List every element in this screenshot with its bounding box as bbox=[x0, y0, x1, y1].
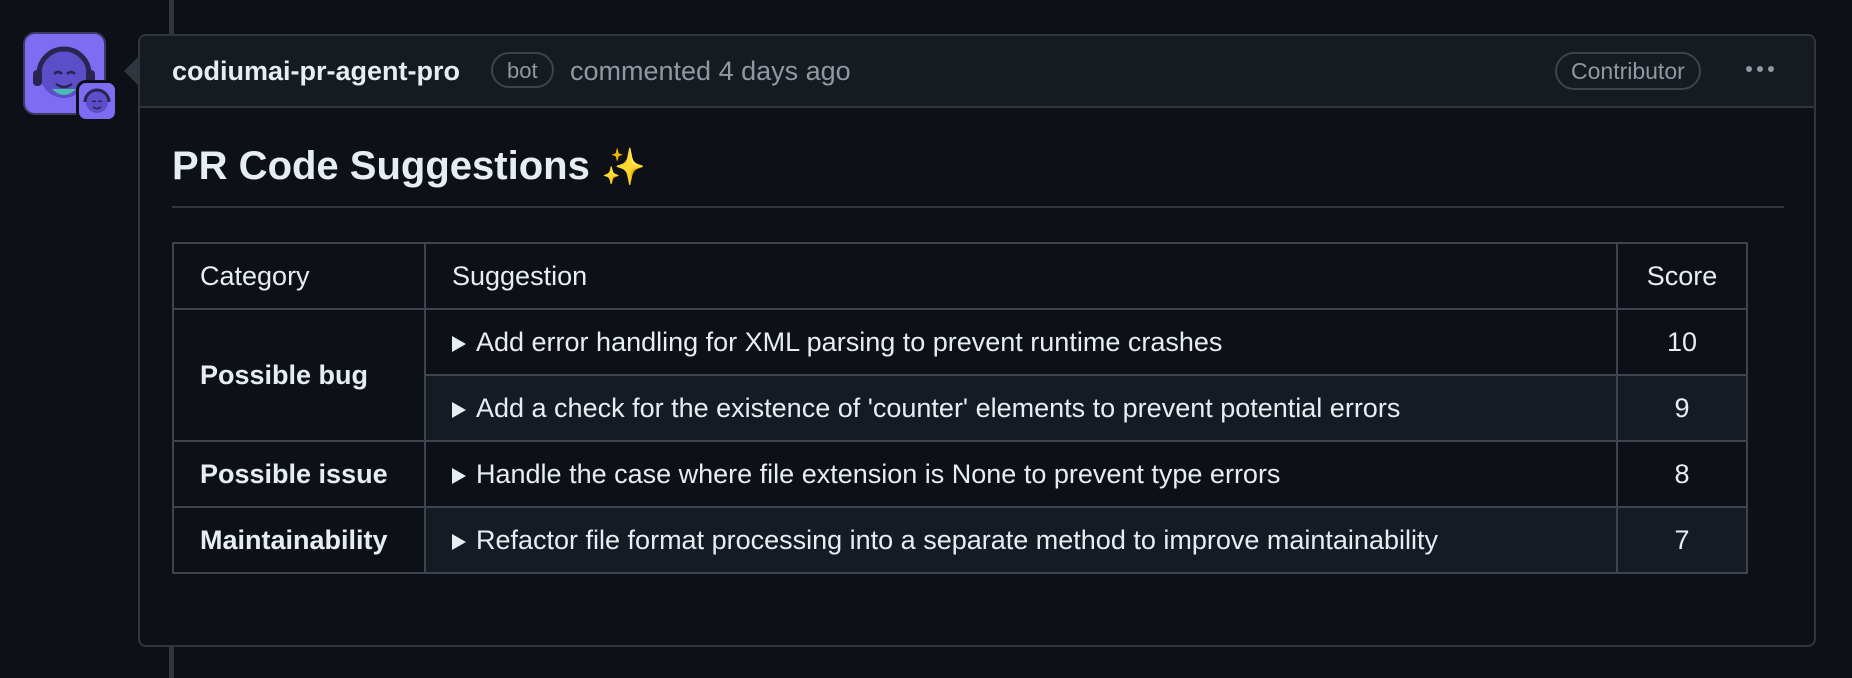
page-title: PR Code Suggestions ✨ bbox=[172, 144, 646, 189]
header-score: Score bbox=[1616, 242, 1748, 310]
suggestions-table: Category Suggestion Score Possible bug A… bbox=[172, 242, 1748, 574]
sparkles-icon: ✨ bbox=[600, 146, 646, 187]
suggestion-details[interactable]: Add a check for the existence of 'counte… bbox=[424, 374, 1618, 442]
disclosure-triangle-icon bbox=[452, 335, 466, 352]
suggestion-details[interactable]: Refactor file format processing into a s… bbox=[424, 506, 1618, 574]
table-header-row: Category Suggestion Score bbox=[172, 242, 1748, 310]
category-cell: Maintainability bbox=[172, 506, 426, 574]
disclosure-triangle-icon bbox=[452, 401, 466, 418]
suggestion-details[interactable]: Handle the case where file extension is … bbox=[424, 440, 1618, 508]
category-cell: Possible issue bbox=[172, 440, 426, 508]
heading-text: PR Code Suggestions bbox=[172, 144, 590, 188]
comment-box: codiumai-pr-agent-pro bot commented 4 da… bbox=[138, 34, 1816, 647]
suggestion-text: Handle the case where file extension is … bbox=[476, 458, 1281, 489]
header-category: Category bbox=[172, 242, 426, 310]
avatar-badge bbox=[76, 80, 118, 122]
disclosure-triangle-icon bbox=[452, 467, 466, 484]
header-suggestion: Suggestion bbox=[424, 242, 1618, 310]
score-cell: 7 bbox=[1616, 506, 1748, 574]
comment-timestamp[interactable]: commented 4 days ago bbox=[570, 56, 851, 87]
heading-divider bbox=[172, 206, 1784, 208]
suggestion-text: Refactor file format processing into a s… bbox=[476, 524, 1438, 555]
contributor-badge: Contributor bbox=[1555, 52, 1701, 90]
table-row: Maintainability Refactor file format pro… bbox=[172, 506, 1748, 574]
comment-page: codiumai-pr-agent-pro bot commented 4 da… bbox=[0, 0, 1852, 678]
score-cell: 9 bbox=[1616, 374, 1748, 442]
bot-face-small-icon bbox=[83, 88, 111, 113]
table-row: Possible issue Handle the case where fil… bbox=[172, 440, 1748, 508]
table-row: Possible bug Add error handling for XML … bbox=[172, 308, 1748, 442]
category-cell: Possible bug bbox=[172, 308, 426, 442]
kebab-horizontal-icon[interactable] bbox=[1740, 54, 1780, 84]
suggestion-text: Add a check for the existence of 'counte… bbox=[476, 392, 1401, 423]
disclosure-triangle-icon bbox=[452, 533, 466, 550]
comment-pointer bbox=[124, 57, 138, 85]
author-link[interactable]: codiumai-pr-agent-pro bbox=[172, 56, 460, 87]
suggestion-details[interactable]: Add error handling for XML parsing to pr… bbox=[424, 308, 1618, 376]
suggestion-text: Add error handling for XML parsing to pr… bbox=[476, 326, 1223, 357]
bot-badge: bot bbox=[491, 52, 554, 88]
score-cell: 8 bbox=[1616, 440, 1748, 508]
score-cell: 10 bbox=[1616, 308, 1748, 376]
comment-header: codiumai-pr-agent-pro bot commented 4 da… bbox=[140, 36, 1814, 108]
